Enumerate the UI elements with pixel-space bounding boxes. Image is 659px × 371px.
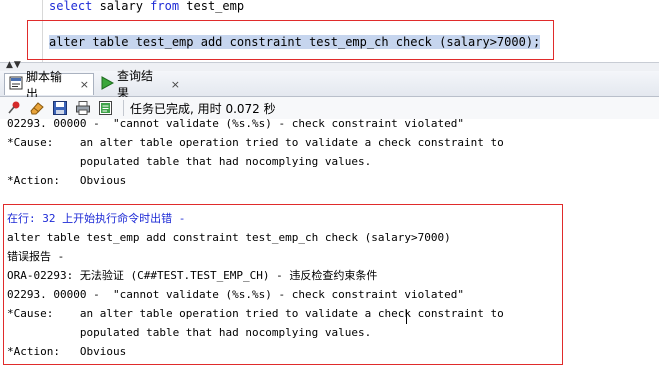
toolbar-separator [123, 100, 124, 116]
output-line: *Cause: an alter table operation tried t… [7, 136, 504, 149]
output-line: 02293. 00000 - "cannot validate (%s.%s) … [7, 119, 464, 130]
highlight-box-output [3, 204, 563, 365]
close-icon[interactable]: × [171, 78, 180, 91]
tab-script-output[interactable]: 脚本输出 × [4, 70, 94, 101]
save-icon[interactable] [50, 99, 69, 117]
pane-splitter[interactable]: ▲▼ [0, 60, 659, 71]
keyword-select: select [49, 0, 93, 13]
eraser-icon[interactable] [27, 99, 46, 117]
play-icon [100, 75, 115, 93]
tab-label: 查询结果 [117, 69, 154, 100]
script-output-panel[interactable]: 02293. 00000 - "cannot validate (%s.%s) … [0, 119, 659, 371]
code-text: salary [92, 0, 151, 13]
sql-editor[interactable]: select salary from test_emp alter table … [0, 0, 659, 62]
output-line: populated table that had nocomplying val… [7, 155, 372, 168]
highlight-box-editor [27, 20, 554, 60]
print-icon[interactable] [73, 99, 92, 117]
status-text: 任务已完成, 用时 0.072 秒 [130, 101, 276, 116]
pin-icon[interactable] [4, 99, 23, 117]
script-output-icon [9, 76, 23, 93]
code-text: test_emp [179, 0, 245, 13]
splitter-arrows-icon[interactable]: ▲▼ [6, 60, 22, 70]
output-line: *Action: Obvious [7, 174, 127, 187]
export-icon[interactable] [96, 99, 115, 117]
keyword-from: from [150, 0, 180, 13]
output-tab-bar: 脚本输出 × 查询结果 × [0, 69, 659, 101]
tab-query-result[interactable]: 查询结果 × [96, 69, 184, 100]
close-icon[interactable]: × [80, 78, 89, 91]
output-toolbar: 任务已完成, 用时 0.072 秒 [0, 97, 659, 120]
code-line-select[interactable]: select salary from test_emp [49, 0, 244, 14]
